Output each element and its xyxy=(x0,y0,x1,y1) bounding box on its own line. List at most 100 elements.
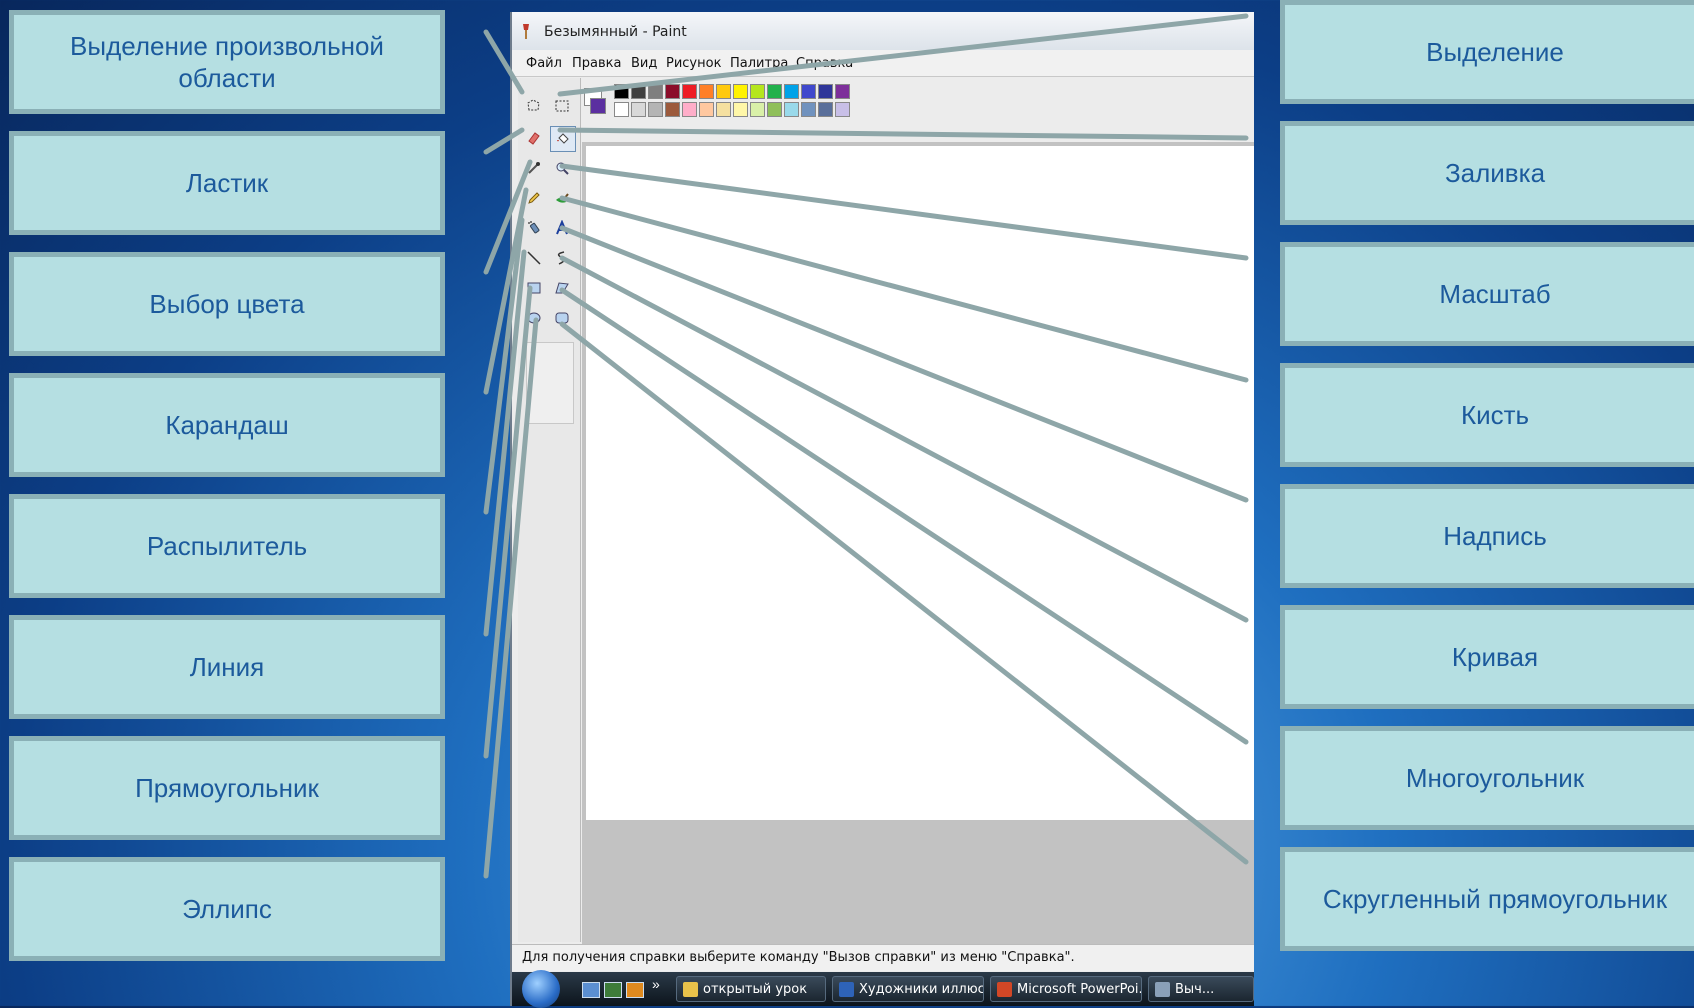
color-picker-tool[interactable] xyxy=(522,156,546,180)
pencil-tool[interactable] xyxy=(522,186,546,210)
drawing-canvas[interactable] xyxy=(586,146,1254,820)
palette-swatch[interactable] xyxy=(648,84,663,99)
palette-swatch[interactable] xyxy=(631,102,646,117)
palette-swatch[interactable] xyxy=(818,84,833,99)
palette-swatch[interactable] xyxy=(665,102,680,117)
label-text: Кривая xyxy=(1451,641,1539,672)
palette-swatch[interactable] xyxy=(835,102,850,117)
airbrush-icon xyxy=(528,221,540,234)
text-a-icon xyxy=(556,220,568,235)
rectangle-tool[interactable] xyxy=(522,276,546,300)
label-freeform-select: Выделение произвольной области xyxy=(9,10,445,114)
palette-swatch[interactable] xyxy=(699,84,714,99)
airbrush-tool[interactable] xyxy=(522,216,546,240)
magnifier-tool[interactable] xyxy=(550,156,574,180)
label-ellipse: Эллипс xyxy=(9,857,445,961)
label-text: Надпись xyxy=(1443,520,1547,551)
paint-window: Безымянный - Paint Файл Правка Вид Рисун… xyxy=(510,12,1254,1008)
canvas-area xyxy=(582,142,1254,944)
palette-swatch[interactable] xyxy=(801,102,816,117)
palette-swatch[interactable] xyxy=(614,102,629,117)
fill-tool[interactable] xyxy=(550,126,576,152)
select-tool[interactable] xyxy=(550,94,574,118)
magnifier-icon xyxy=(556,162,569,175)
palette-swatch[interactable] xyxy=(716,84,731,99)
palette-swatch[interactable] xyxy=(733,84,748,99)
label-text: Скругленный прямоугольник xyxy=(1322,883,1668,914)
label-text: Выделение произвольной области xyxy=(70,30,384,94)
title-bar[interactable]: Безымянный - Paint xyxy=(512,12,1254,50)
palette-swatch[interactable] xyxy=(648,102,663,117)
start-button[interactable] xyxy=(522,970,560,1008)
label-airbrush: Распылитель xyxy=(9,494,445,598)
eraser-tool[interactable] xyxy=(522,126,546,150)
label-magnifier: Масштаб xyxy=(1280,242,1694,346)
menu-help[interactable]: Справка xyxy=(796,56,853,71)
palette-swatch[interactable] xyxy=(784,84,799,99)
freeform-select-icon xyxy=(527,99,540,111)
palette-swatch[interactable] xyxy=(784,102,799,117)
menu-bar: Файл Правка Вид Рисунок Палитра Справка xyxy=(512,50,1254,77)
label-line: Линия xyxy=(9,615,445,719)
label-curve: Кривая xyxy=(1280,605,1694,709)
freeform-select-tool[interactable] xyxy=(522,94,546,118)
palette-swatch[interactable] xyxy=(614,84,629,99)
quick-launch-media-icon[interactable] xyxy=(626,982,644,998)
palette-swatch[interactable] xyxy=(682,84,697,99)
label-text: Ластик xyxy=(185,167,269,198)
polygon-tool[interactable] xyxy=(550,276,574,300)
label-text: Кисть xyxy=(1460,399,1530,430)
quick-launch-more-icon[interactable]: » xyxy=(652,976,660,992)
text-tool[interactable] xyxy=(550,216,574,240)
label-text: Распылитель xyxy=(146,530,308,561)
polygon-icon xyxy=(555,282,569,294)
menu-file[interactable]: Файл xyxy=(526,56,562,71)
palette-swatch[interactable] xyxy=(750,84,765,99)
palette-swatch[interactable] xyxy=(665,84,680,99)
window-title: Безымянный - Paint xyxy=(544,24,687,40)
menu-image[interactable]: Рисунок xyxy=(666,56,721,71)
palette-swatch[interactable] xyxy=(682,102,697,117)
palette-swatch[interactable] xyxy=(801,84,816,99)
taskbar-item[interactable]: Художники иллюст... xyxy=(832,976,984,1002)
quick-launch-windows-icon[interactable] xyxy=(604,982,622,998)
select-icon xyxy=(555,100,569,112)
menu-colors[interactable]: Палитра xyxy=(730,56,788,71)
curve-tool[interactable] xyxy=(550,246,574,270)
label-color-picker: Выбор цвета xyxy=(9,252,445,356)
label-text: Масштаб xyxy=(1439,278,1551,309)
menu-edit[interactable]: Правка xyxy=(572,56,621,71)
palette-swatch[interactable] xyxy=(750,102,765,117)
status-bar: Для получения справки выберите команду "… xyxy=(512,944,1254,971)
menu-view[interactable]: Вид xyxy=(631,56,657,71)
calculator-icon xyxy=(1155,982,1170,997)
rounded-rectangle-tool[interactable] xyxy=(550,306,574,330)
palette-swatch[interactable] xyxy=(716,102,731,117)
label-text: Эллипс xyxy=(182,893,272,924)
tool-options-panel[interactable] xyxy=(526,342,574,424)
label-text: Карандаш xyxy=(165,409,289,440)
current-colors-indicator[interactable] xyxy=(580,84,608,118)
palette-swatch[interactable] xyxy=(733,102,748,117)
palette-swatch[interactable] xyxy=(835,84,850,99)
brush-tool[interactable] xyxy=(550,186,574,210)
rectangle-icon xyxy=(527,282,541,294)
palette-swatch[interactable] xyxy=(699,102,714,117)
ellipse-tool[interactable] xyxy=(522,306,546,330)
palette-swatch[interactable] xyxy=(767,102,782,117)
taskbar-item[interactable]: Выч... xyxy=(1148,976,1254,1002)
status-text: Для получения справки выберите команду "… xyxy=(522,950,1075,965)
line-tool[interactable] xyxy=(522,246,546,270)
palette-swatch[interactable] xyxy=(631,84,646,99)
label-text: Заливка xyxy=(1444,157,1546,188)
taskbar-item[interactable]: Microsoft PowerPoi... xyxy=(990,976,1142,1002)
rounded-rectangle-icon xyxy=(555,312,569,324)
label-fill: Заливка xyxy=(1280,121,1694,225)
quick-launch-desktop-icon[interactable] xyxy=(582,982,600,998)
palette-swatch[interactable] xyxy=(767,84,782,99)
toolbox xyxy=(518,78,581,942)
taskbar: » открытый урок Художники иллюст... Micr… xyxy=(512,970,1254,1008)
palette-swatch[interactable] xyxy=(818,102,833,117)
taskbar-item[interactable]: открытый урок xyxy=(676,976,826,1002)
taskbar-item-label: Художники иллюст... xyxy=(859,982,983,997)
